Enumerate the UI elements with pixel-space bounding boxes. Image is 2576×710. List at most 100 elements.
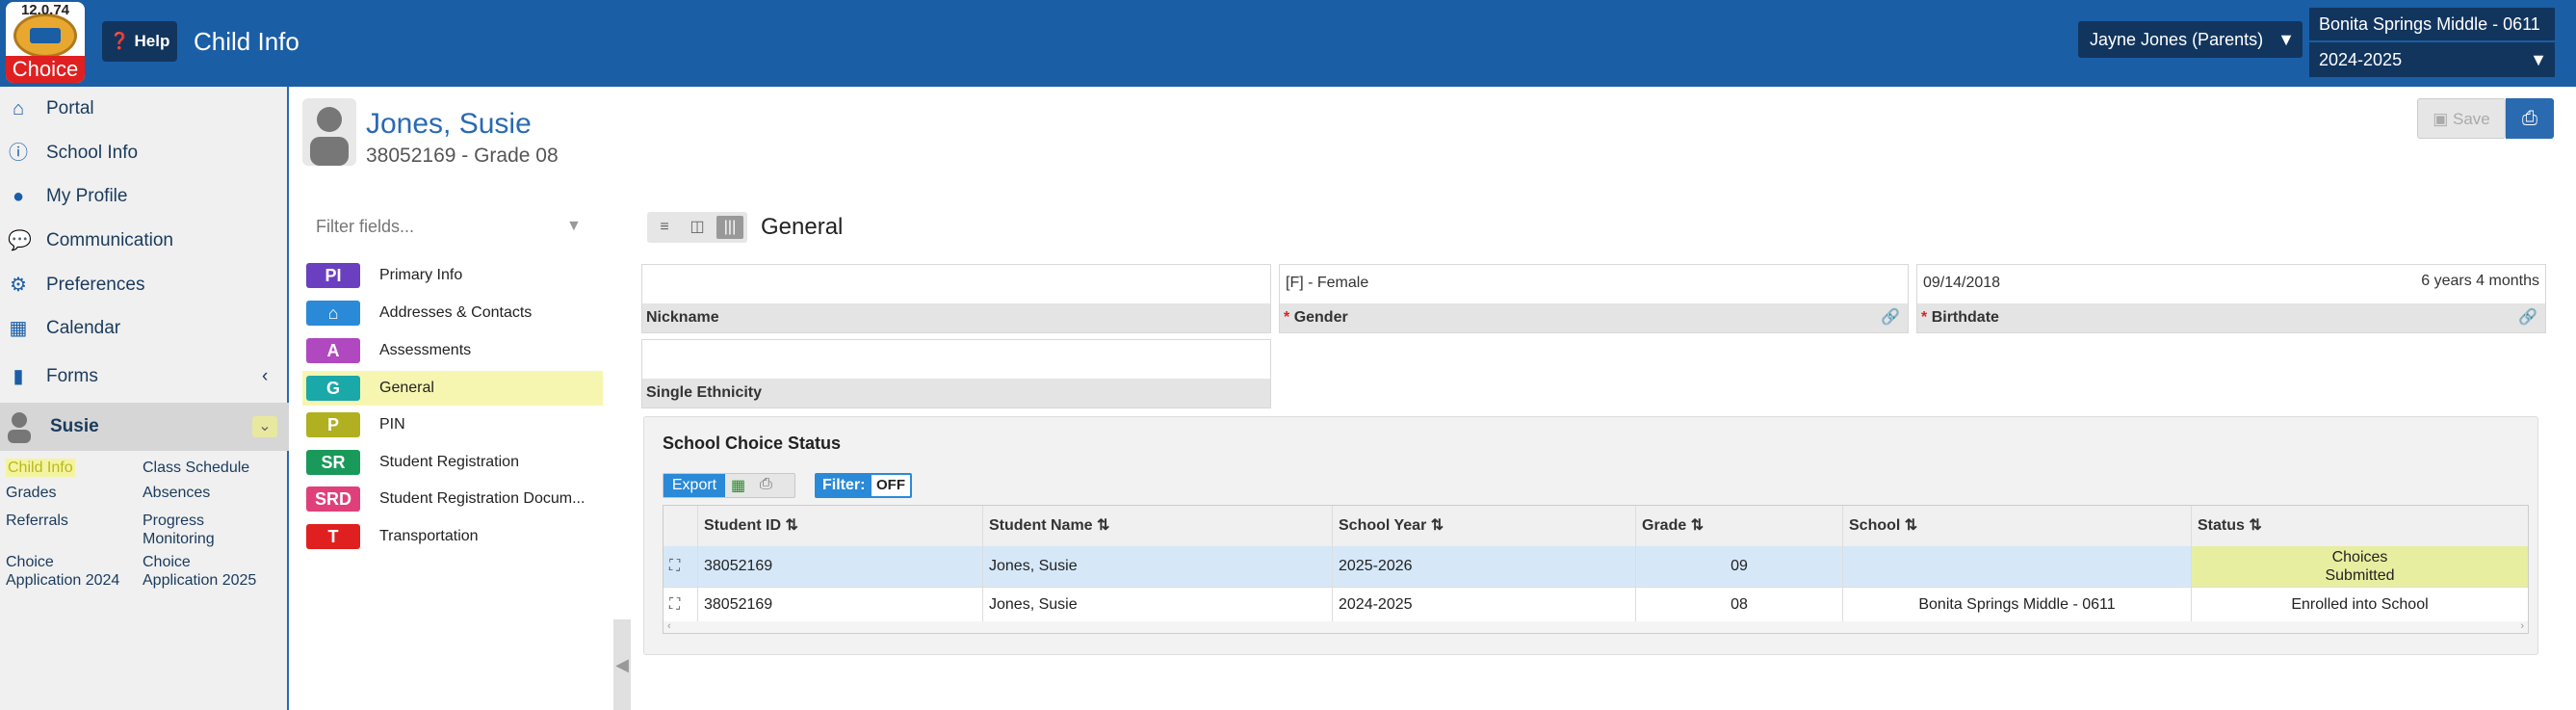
horizontal-scrollbar[interactable]: ‹ › [664,620,2528,633]
collapse-panel-button[interactable]: ◀ [613,619,631,710]
printer-icon: ⎙ [2522,108,2537,129]
gender-field[interactable]: [F] - Female * Gender 🔗 [1279,264,1909,333]
excel-icon[interactable]: ▦ [731,476,745,495]
chevron-down-icon[interactable]: ⌄ [252,416,277,437]
field-item-student-registration-documents[interactable]: SRD Student Registration Docum... [302,482,603,516]
filter-state: OFF [872,475,910,496]
sublink-choice-application-2025[interactable]: Choice Application 2025 [143,553,268,590]
student-avatar [302,98,356,166]
sidebar-item-label: Portal [46,98,94,118]
filter-fields-input[interactable] [306,206,591,247]
sublink-progress-monitoring[interactable]: Progress Monitoring [143,512,248,548]
expand-icon[interactable]: ⛶ [664,588,698,621]
column-header-school-year[interactable]: School Year ⇅ [1333,506,1636,546]
sidebar-item-preferences[interactable]: ⚙ Preferences [0,264,289,306]
link-icon[interactable]: 🔗 [1881,307,1900,327]
field-item-primary-info[interactable]: PI Primary Info [302,258,603,293]
three-column-view-icon[interactable]: ||| [716,216,743,239]
help-button[interactable]: ❓ Help [102,21,177,62]
birthdate-field[interactable]: 09/14/2018 6 years 4 months * Birthdate … [1916,264,2546,333]
user-dropdown[interactable]: Jayne Jones (Parents) ▼ [2078,21,2303,58]
list-view-icon[interactable]: ≡ [651,216,678,239]
table-row[interactable]: ⛶ 38052169 Jones, Susie 2025-2026 09 Cho… [664,546,2528,587]
chat-icon: 💬 [8,230,32,251]
year-selector[interactable]: 2024-2025 ▼ [2309,42,2555,77]
gender-value: [F] - Female [1286,275,1369,291]
sidebar-item-communication[interactable]: 💬 Communication [0,220,289,262]
filter-toggle[interactable]: Filter: OFF [815,473,912,498]
sidebar-item-label: Preferences [46,275,145,295]
sublink-class-schedule[interactable]: Class Schedule [143,459,249,477]
link-icon[interactable]: 🔗 [2518,307,2537,327]
sublink-grades[interactable]: Grades [6,484,56,502]
scroll-left-icon[interactable]: ‹ [667,620,671,632]
help-label: Help [134,32,170,50]
sidebar-item-label: Forms [46,366,98,386]
sidebar-item-forms[interactable]: ▮ Forms ‹ [0,355,289,398]
column-header-student-id[interactable]: Student ID ⇅ [698,506,983,546]
app-logo[interactable]: 12.0.74 Choice [6,2,85,83]
expand-icon[interactable]: ⛶ [664,546,698,587]
birthdate-value: 09/14/2018 [1923,275,2001,291]
field-item-pin[interactable]: P PIN [302,408,603,442]
printer-icon[interactable]: ⎙ [760,476,772,493]
page-title: Child Info [194,27,299,56]
print-button[interactable]: ⎙ [2506,98,2554,139]
field-item-student-registration[interactable]: SR Student Registration [302,445,603,480]
column-header-label: Student Name [989,517,1093,534]
age-value: 6 years 4 months [2421,273,2539,289]
sidebar-item-portal[interactable]: ⌂ Portal [0,88,289,130]
field-item-label: Student Registration [379,454,519,470]
school-selector[interactable]: Bonita Springs Middle - 0611 [2309,8,2555,40]
two-column-view-icon[interactable]: ◫ [684,216,711,239]
field-item-addresses-contacts[interactable]: ⌂ Addresses & Contacts [302,296,603,330]
sublink-referrals[interactable]: Referrals [6,512,68,530]
filter-icon[interactable]: ▼ [566,218,582,235]
question-icon: ❓ [109,32,130,50]
column-header-label: School [1849,517,1901,534]
sidebar-item-school-info[interactable]: ⓘ School Info [0,132,289,174]
column-header-school[interactable]: School ⇅ [1843,506,2192,546]
field-item-label: PIN [379,416,405,433]
field-item-label: Primary Info [379,267,463,283]
student-name: Jones, Susie [366,108,532,140]
field-item-label: Student Registration Docum... [379,490,585,507]
column-header-label: Grade [1642,517,1687,534]
ethnicity-label: Single Ethnicity [642,379,1270,408]
column-header-student-name[interactable]: Student Name ⇅ [983,506,1333,546]
user-label: Jayne Jones (Parents) [2090,30,2264,49]
scroll-right-icon[interactable]: › [2520,620,2524,632]
column-header-grade[interactable]: Grade ⇅ [1636,506,1843,546]
sidebar-item-my-profile[interactable]: ● My Profile [0,175,289,218]
table-header-select [664,506,698,546]
sublink-absences[interactable]: Absences [143,484,210,502]
document-icon: ▮ [13,366,24,387]
field-item-general[interactable]: G General [302,371,603,406]
save-button[interactable]: ▣ Save [2417,98,2506,139]
sublink-child-info[interactable]: Child Info [6,459,75,477]
field-badge: P [306,412,360,437]
floppy-icon: ▣ [2433,110,2449,128]
field-item-assessments[interactable]: A Assessments [302,333,603,368]
field-item-label: Assessments [379,342,472,358]
sublink-choice-application-2024[interactable]: Choice Application 2024 [6,553,131,590]
field-item-transportation[interactable]: T Transportation [302,519,603,554]
field-badge: SR [306,450,360,475]
column-header-status[interactable]: Status ⇅ [2192,506,2528,546]
cell-student-id: 38052169 [698,588,983,621]
cell-school: Bonita Springs Middle - 0611 [1843,588,2192,621]
cell-status: Choices Submitted [2192,546,2528,587]
bus-logo-icon [13,13,77,58]
student-selector[interactable]: Susie ⌄ [0,403,289,451]
gear-icon: ⚙ [10,275,27,296]
view-toggle: ≡ ◫ ||| [647,212,747,243]
sidebar-item-calendar[interactable]: ▦ Calendar [0,307,289,350]
ethnicity-field[interactable]: Single Ethnicity [641,339,1271,408]
table-row[interactable]: ⛶ 38052169 Jones, Susie 2024-2025 08 Bon… [664,587,2528,621]
nickname-field[interactable]: Nickname [641,264,1271,333]
filter-label: Filter: [822,477,866,493]
cell-student-name: Jones, Susie [983,588,1333,621]
column-header-label: Student ID [704,517,781,534]
export-button[interactable]: Export [664,474,725,497]
field-badge: SRD [306,486,360,512]
